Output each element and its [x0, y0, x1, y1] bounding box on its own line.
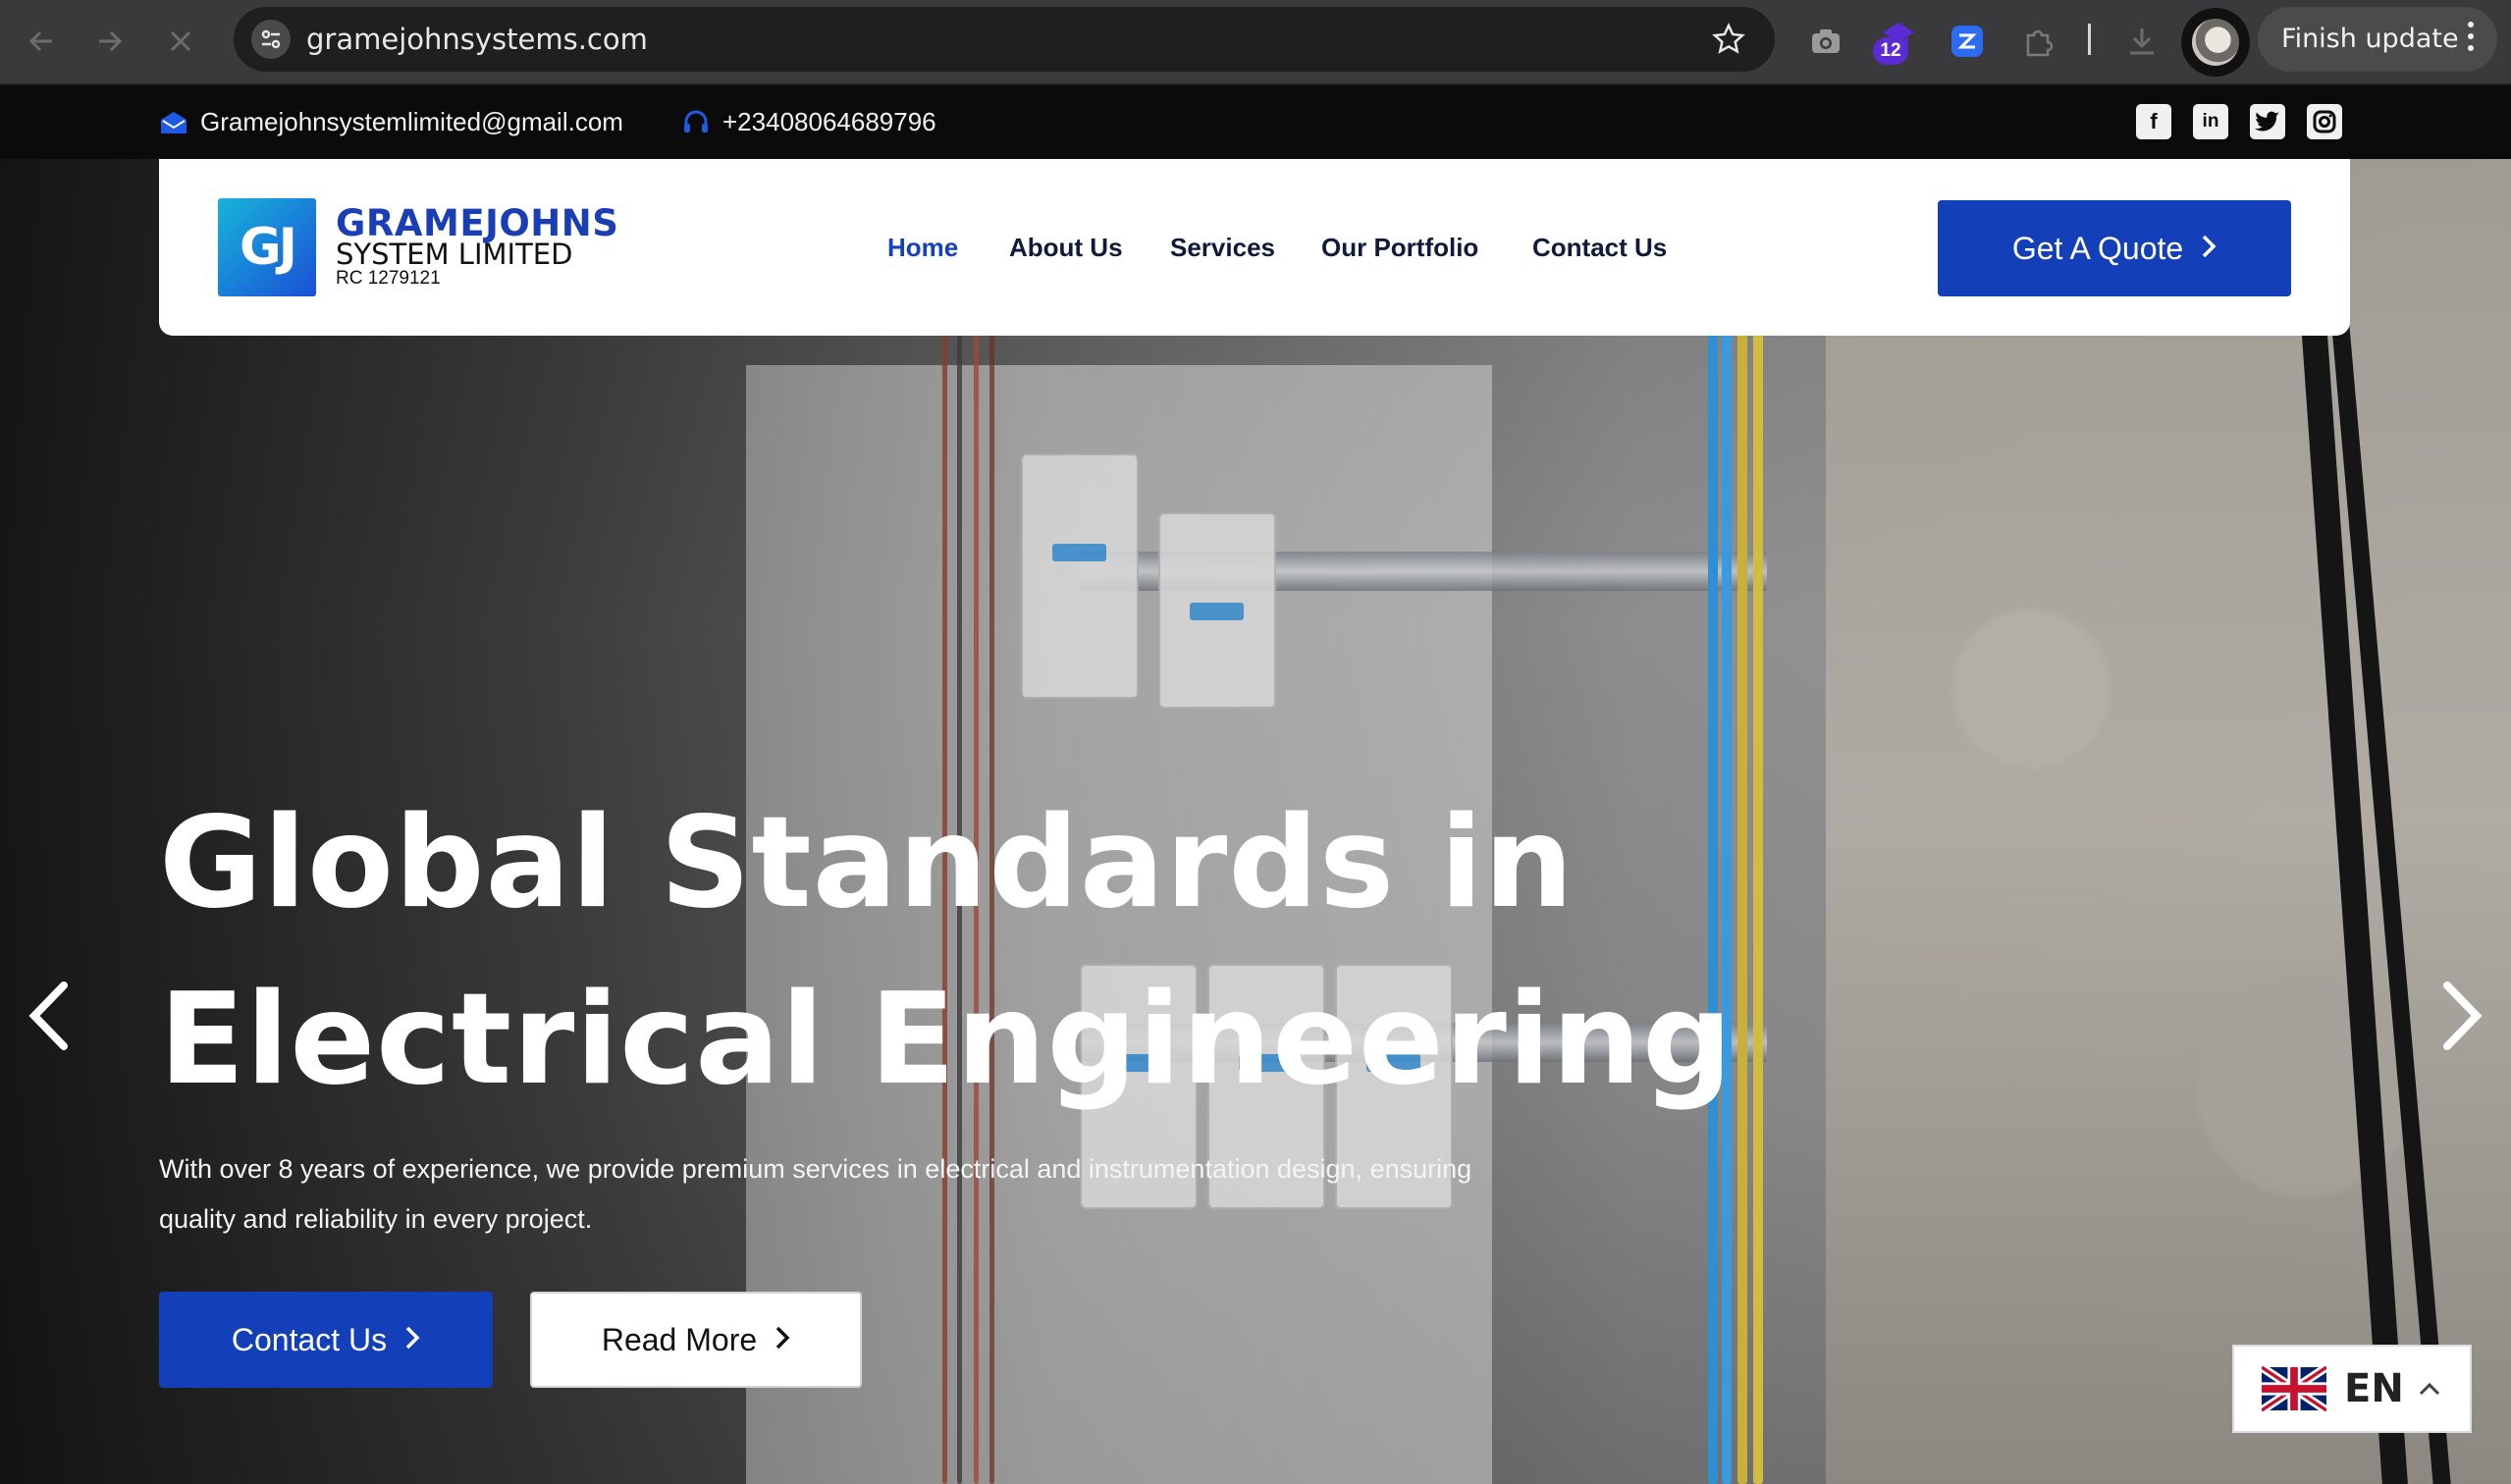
contact-us-button[interactable]: Contact Us [159, 1292, 493, 1388]
chevron-right-icon [2201, 231, 2217, 267]
uk-flag-icon [2262, 1364, 2326, 1413]
chevron-right-icon [404, 1322, 420, 1358]
facebook-icon[interactable]: f [2136, 104, 2171, 139]
url-text[interactable]: gramejohnsystems.com [306, 7, 648, 72]
read-more-label: Read More [601, 1321, 758, 1357]
language-code: EN [2344, 1366, 2404, 1411]
envelope-icon [161, 111, 187, 133]
read-more-button[interactable]: Read More [530, 1292, 862, 1388]
slider-prev-arrow-icon[interactable] [20, 972, 79, 1060]
contact-topbar: Gramejohnsystemlimited@gmail.com +234080… [0, 85, 2511, 159]
nav-contact-us[interactable]: Contact Us [1532, 159, 1667, 336]
phone-contact[interactable]: +23408064689796 [681, 85, 936, 159]
wire [1737, 159, 1747, 1484]
nav-services[interactable]: Services [1170, 159, 1275, 336]
nav-home[interactable]: Home [887, 159, 958, 336]
finish-update-button[interactable]: Finish update [2258, 7, 2497, 72]
email-contact[interactable]: Gramejohnsystemlimited@gmail.com [159, 85, 623, 159]
slider-next-arrow-icon[interactable] [2432, 972, 2491, 1060]
chevron-up-icon [2418, 1381, 2441, 1397]
wire [1708, 159, 1718, 1484]
wire [1753, 159, 1763, 1484]
twitter-icon[interactable] [2250, 104, 2285, 139]
toolbar-divider [2088, 24, 2091, 55]
hero-description: With over 8 years of experience, we prov… [159, 1154, 1472, 1234]
kebab-menu-icon[interactable] [2468, 22, 2476, 57]
site-header: GJ GRAMEJOHNS SYSTEM LIMITED RC 1279121 … [159, 159, 2350, 336]
download-icon[interactable] [2118, 18, 2165, 65]
zoom-extension-icon[interactable] [1944, 18, 1991, 65]
get-a-quote-label: Get A Quote [2011, 230, 2184, 266]
finish-update-label: Finish update [2281, 24, 2459, 54]
forward-arrow-icon[interactable] [88, 20, 132, 63]
breaker-image [1158, 512, 1276, 709]
close-icon[interactable] [159, 20, 202, 63]
linkedin-icon[interactable]: in [2193, 104, 2228, 139]
extension-badge: 12 [1873, 37, 1908, 65]
star-icon[interactable] [1712, 23, 1745, 61]
email-text: Gramejohnsystemlimited@gmail.com [200, 107, 623, 136]
logo-mark[interactable]: GJ [218, 198, 316, 296]
logo-subtitle: SYSTEM LIMITED [336, 238, 573, 271]
wire [1722, 159, 1732, 1484]
camera-icon[interactable] [1802, 18, 1849, 65]
site-info-icon[interactable] [251, 20, 291, 59]
address-bar[interactable]: gramejohnsystems.com [234, 7, 1775, 72]
profile-avatar[interactable] [2181, 8, 2250, 77]
hero-title-line2: Electrical Engineering [159, 967, 1734, 1113]
browser-toolbar: gramejohnsystems.com 12 Finish update [0, 0, 2511, 84]
puzzle-icon[interactable] [2014, 18, 2061, 65]
headset-icon [684, 110, 708, 132]
instagram-icon[interactable] [2307, 104, 2342, 139]
get-a-quote-button[interactable]: Get A Quote [1938, 200, 2291, 296]
phone-text: +23408064689796 [722, 107, 936, 136]
hero-title-line1: Global Standards in [159, 790, 1575, 936]
chevron-right-icon [775, 1322, 790, 1358]
concrete-wall [1826, 159, 2511, 1484]
breaker-image [1021, 453, 1139, 699]
back-arrow-icon[interactable] [20, 20, 63, 63]
logo-rc-number: RC 1279121 [336, 268, 441, 289]
contact-us-label: Contact Us [231, 1321, 388, 1357]
nav-our-portfolio[interactable]: Our Portfolio [1321, 159, 1478, 336]
language-switcher[interactable]: EN [2232, 1345, 2472, 1433]
nav-about-us[interactable]: About Us [1009, 159, 1123, 336]
